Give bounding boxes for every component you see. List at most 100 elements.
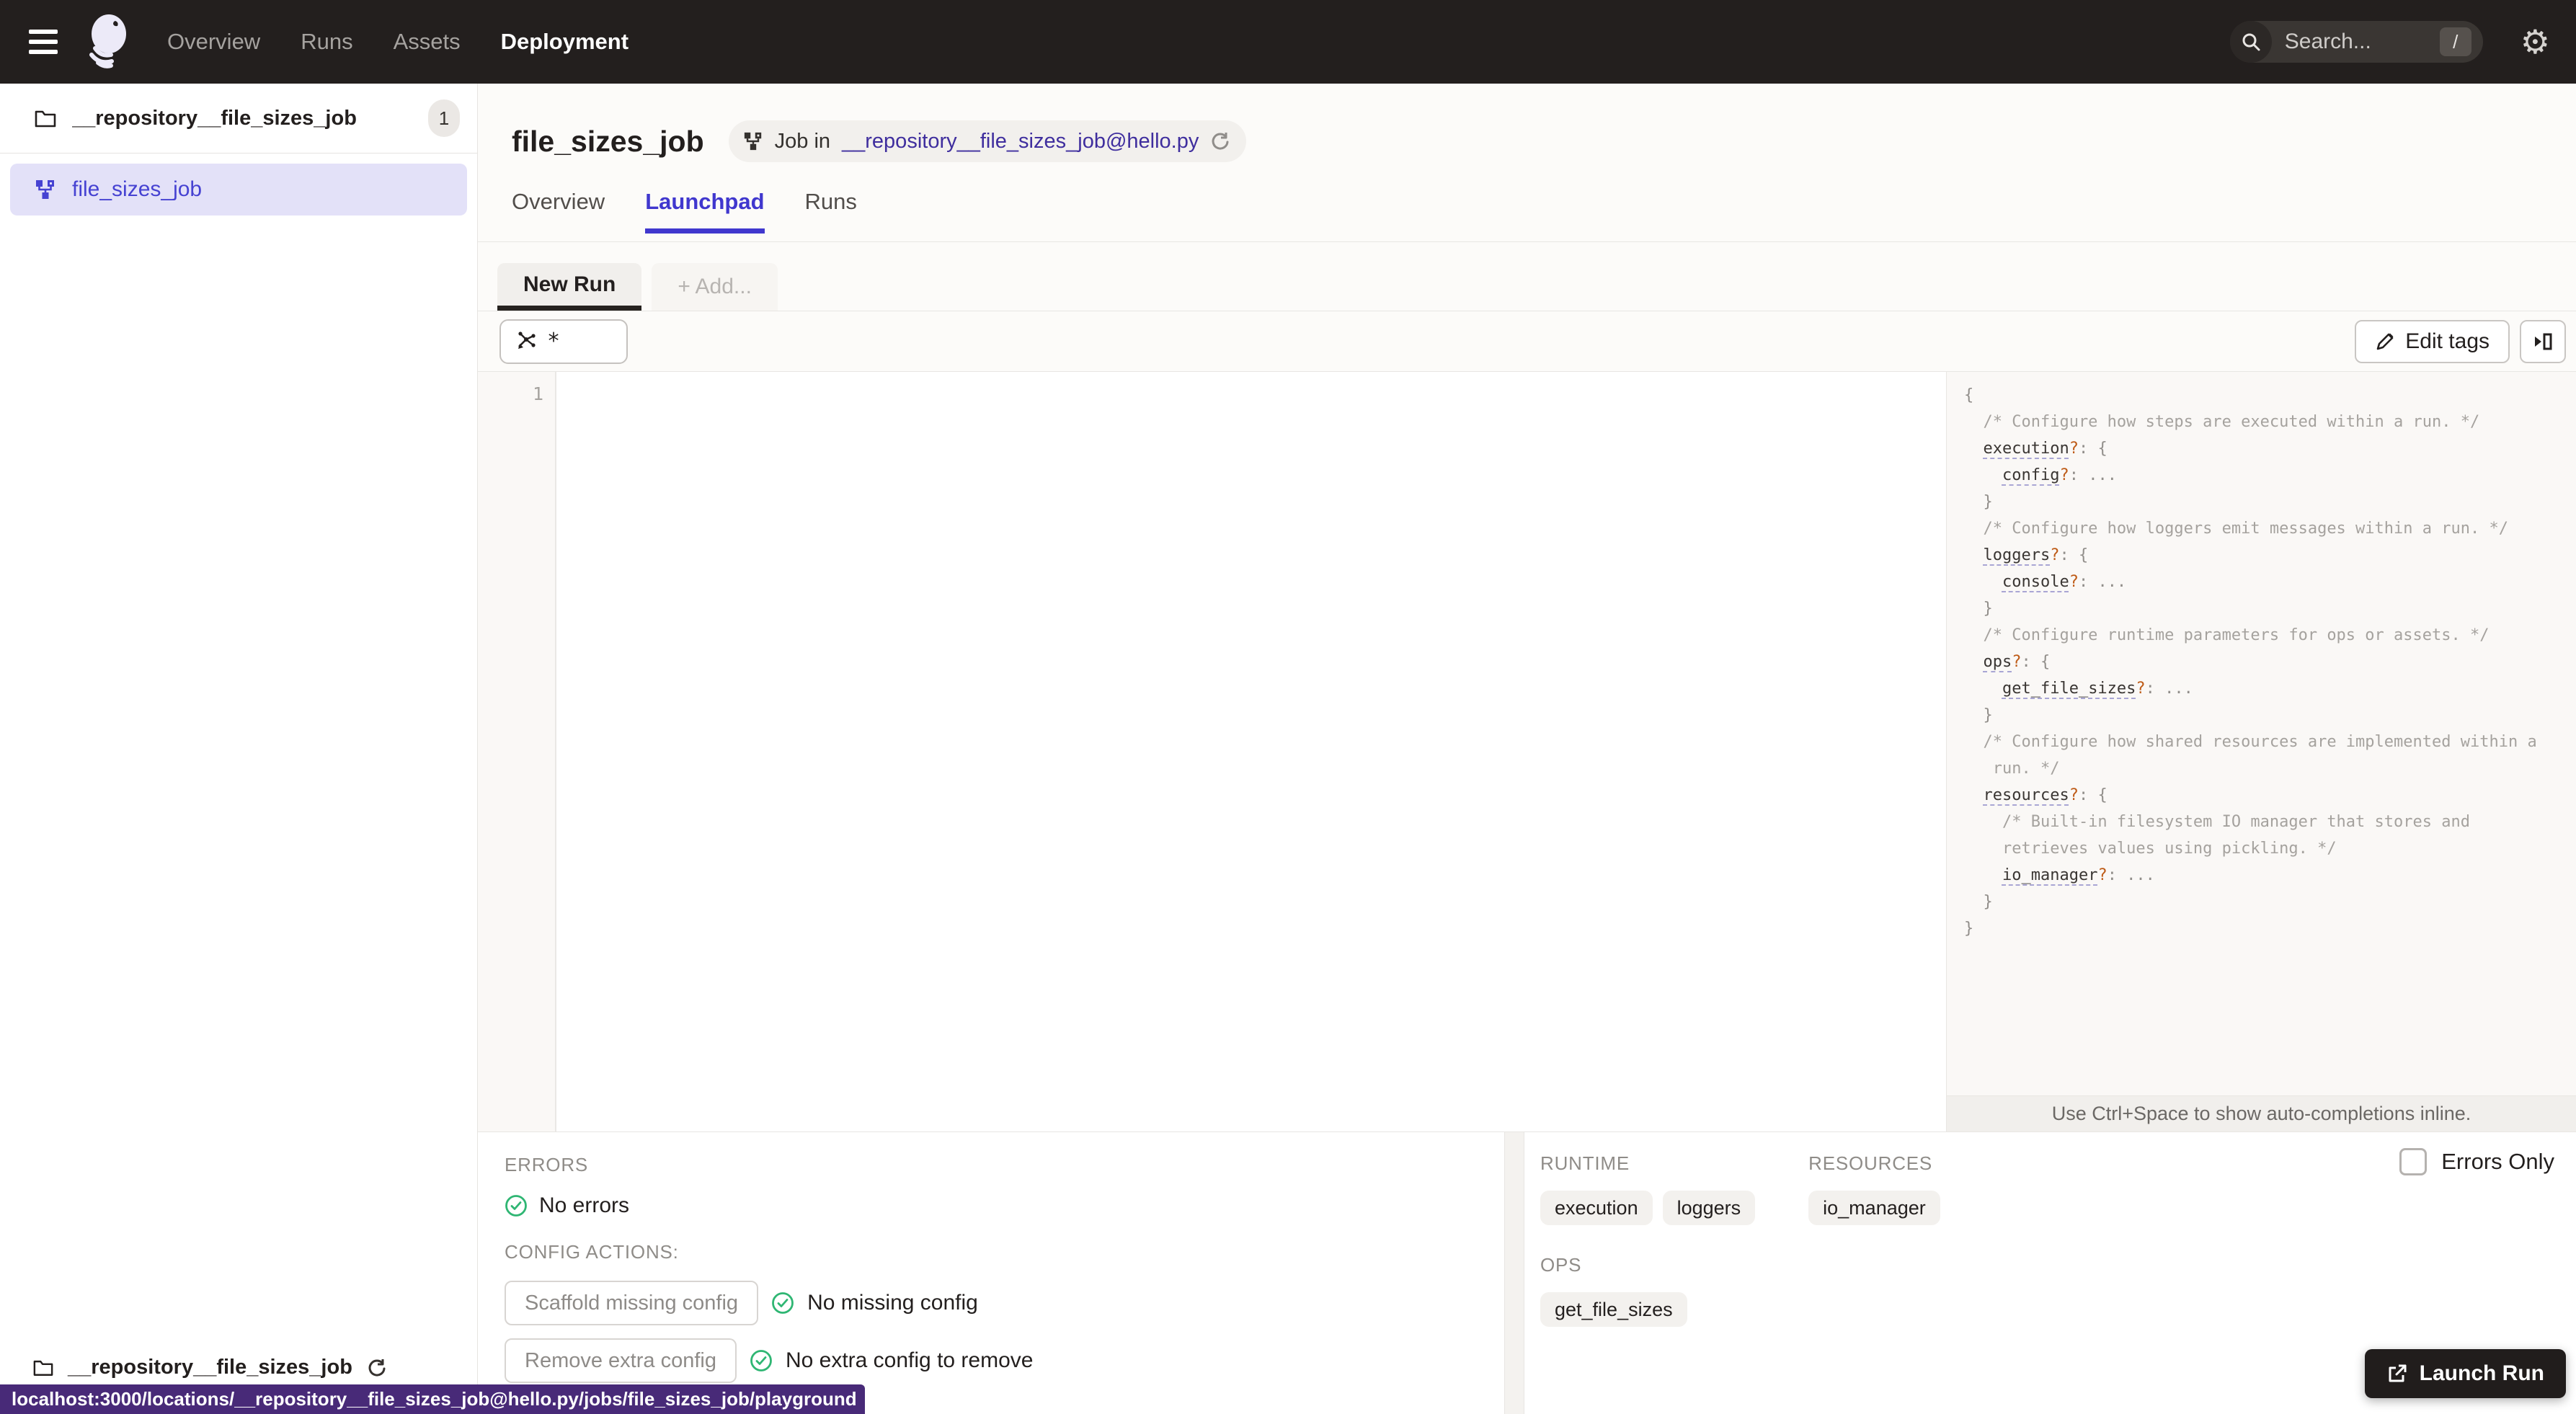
- schema-token: : {: [2059, 546, 2089, 564]
- panel-resize-handle[interactable]: [1504, 1132, 1524, 1414]
- schema-token: retrieves values using pickling. */: [1964, 840, 2337, 858]
- runtime-and-ops-column: RUNTIME execution loggers OPS get_file_si…: [1540, 1152, 1756, 1327]
- job-tabs: Overview Launchpad Runs: [478, 189, 2576, 242]
- schema-line: /* Built-in filesystem IO manager that s…: [1964, 809, 2576, 835]
- refresh-icon[interactable]: [1210, 131, 1230, 151]
- job-origin-link[interactable]: __repository__file_sizes_job@hello.py: [842, 130, 1199, 154]
- search-icon: [2229, 21, 2272, 63]
- check-circle-icon: [505, 1194, 528, 1217]
- schema-token: [1964, 653, 1984, 671]
- editor-gutter: 1: [478, 372, 556, 1131]
- tab-runs[interactable]: Runs: [805, 189, 857, 234]
- config-actions-heading: CONFIG ACTIONS:: [505, 1241, 679, 1263]
- nav-link-runs[interactable]: Runs: [301, 29, 352, 55]
- schema-token: ?: [2097, 866, 2108, 884]
- schema-token: : ...: [2107, 866, 2155, 884]
- remove-config-row: Remove extra config No extra config to r…: [505, 1338, 1504, 1383]
- schema-line: }: [1964, 595, 2576, 622]
- schema-token: [1964, 440, 1984, 458]
- scaffold-config-row: Scaffold missing config No missing confi…: [505, 1281, 1504, 1325]
- schema-line: /* Configure how loggers emit messages w…: [1964, 515, 2576, 542]
- schema-token: }: [1964, 893, 1993, 911]
- schema-key-get-file-sizes[interactable]: get_file_sizes: [2002, 680, 2136, 698]
- schema-key-execution[interactable]: execution: [1984, 440, 2069, 458]
- schema-token: ?: [2059, 466, 2069, 484]
- errors-only-toggle[interactable]: Errors Only: [2399, 1148, 2554, 1175]
- sidebar-item-file-sizes-job[interactable]: file_sizes_job: [10, 164, 467, 215]
- schema-line: loggers?: {: [1964, 542, 2576, 569]
- schema-line: ops?: {: [1964, 649, 2576, 675]
- page-title: file_sizes_job: [512, 124, 704, 158]
- launch-icon: [2386, 1363, 2408, 1384]
- schema-line: {: [1964, 382, 2576, 409]
- dagster-logo-icon[interactable]: [82, 11, 138, 73]
- config-editor-zone: 1 { /* Configure how steps are executed …: [478, 372, 2576, 1131]
- job-origin-tag: Job in __repository__file_sizes_job@hell…: [728, 120, 1247, 162]
- ops-heading: OPS: [1540, 1254, 1582, 1276]
- launchpad-toolbar: * Edit tags: [478, 311, 2576, 372]
- tab-overview[interactable]: Overview: [512, 189, 605, 234]
- schema-line: console?: ...: [1964, 569, 2576, 595]
- schema-line: config?: ...: [1964, 462, 2576, 489]
- schema-key-config[interactable]: config: [2002, 466, 2059, 484]
- schema-token: /* Configure how loggers emit messages w…: [1964, 520, 2508, 538]
- schema-key-io-manager[interactable]: io_manager: [2002, 866, 2097, 884]
- op-selector-input[interactable]: *: [499, 319, 628, 364]
- config-editor[interactable]: [556, 372, 1946, 1131]
- schema-token: }: [1964, 600, 1993, 618]
- run-tab-add[interactable]: + Add...: [652, 263, 778, 311]
- check-circle-icon: [750, 1349, 773, 1372]
- sidebar-repo-count-badge: 1: [428, 99, 460, 137]
- nav-link-overview[interactable]: Overview: [167, 29, 260, 55]
- sidebar-repo-header[interactable]: __repository__file_sizes_job 1: [0, 84, 477, 154]
- sidebar-repo-name: __repository__file_sizes_job: [72, 106, 357, 130]
- resources-tags: io_manager: [1808, 1191, 1940, 1225]
- reload-icon[interactable]: [367, 1358, 387, 1378]
- schema-line: /* Configure runtime parameters for ops …: [1964, 622, 2576, 649]
- edit-tags-button[interactable]: Edit tags: [2355, 319, 2510, 363]
- no-missing-config-text: No missing config: [807, 1291, 978, 1315]
- op-graph-icon: [514, 330, 537, 353]
- runtime-execution-tag: execution: [1540, 1191, 1653, 1225]
- schema-line: retrieves values using pickling. */: [1964, 835, 2576, 862]
- menu-icon[interactable]: [29, 30, 61, 54]
- job-header: file_sizes_job Job in __repository__file…: [478, 84, 2576, 189]
- schema-key-console[interactable]: console: [2002, 573, 2069, 591]
- tab-launchpad[interactable]: Launchpad: [645, 189, 765, 234]
- schema-line: io_manager?: ...: [1964, 862, 2576, 889]
- search-input[interactable]: Search... /: [2229, 21, 2483, 63]
- remove-extra-config-button[interactable]: Remove extra config: [505, 1338, 737, 1383]
- scaffold-missing-config-button[interactable]: Scaffold missing config: [505, 1281, 759, 1325]
- nav-link-assets[interactable]: Assets: [394, 29, 461, 55]
- app-body: __repository__file_sizes_job 1 file_size…: [0, 84, 2576, 1414]
- resources-column: RESOURCES io_manager: [1808, 1152, 1940, 1225]
- status-url-tooltip: localhost:3000/locations/__repository__f…: [0, 1384, 865, 1414]
- toolbar-right: Edit tags: [2355, 319, 2566, 363]
- nav-link-deployment[interactable]: Deployment: [501, 29, 629, 55]
- schema-line: }: [1964, 702, 2576, 729]
- schema-token: ?: [2050, 546, 2060, 564]
- schema-token: run. */: [1964, 760, 2060, 778]
- schema-token: [1964, 786, 1984, 804]
- schema-key-loggers[interactable]: loggers: [1984, 546, 2051, 564]
- check-circle-icon: [771, 1291, 794, 1315]
- search-shortcut-key: /: [2439, 27, 2471, 56]
- run-tab-new-run[interactable]: New Run: [497, 263, 642, 311]
- schema-line: get_file_sizes?: ...: [1964, 675, 2576, 702]
- schema-key-resources[interactable]: resources: [1984, 786, 2069, 804]
- schema-line: }: [1964, 889, 2576, 915]
- schema-token: : {: [2021, 653, 2051, 671]
- gear-icon[interactable]: ⚙: [2521, 25, 2550, 58]
- schema-key-ops[interactable]: ops: [1984, 653, 2012, 671]
- sidebar-bottom-repo-name: __repository__file_sizes_job: [68, 1356, 352, 1379]
- launch-run-button[interactable]: Launch Run: [2364, 1349, 2566, 1398]
- job-icon: [35, 179, 56, 200]
- errors-only-checkbox[interactable]: [2399, 1148, 2428, 1175]
- no-extra-config-text: No extra config to remove: [785, 1348, 1034, 1372]
- expand-panel-button[interactable]: [2520, 319, 2566, 363]
- ops-group: OPS get_file_sizes: [1540, 1254, 1755, 1327]
- search-placeholder: Search...: [2284, 30, 2371, 53]
- config-schema-panel: { /* Configure how steps are executed wi…: [1946, 372, 2576, 1131]
- job-tag-prefix: Job in: [774, 129, 831, 153]
- schema-token: ?: [2136, 680, 2146, 698]
